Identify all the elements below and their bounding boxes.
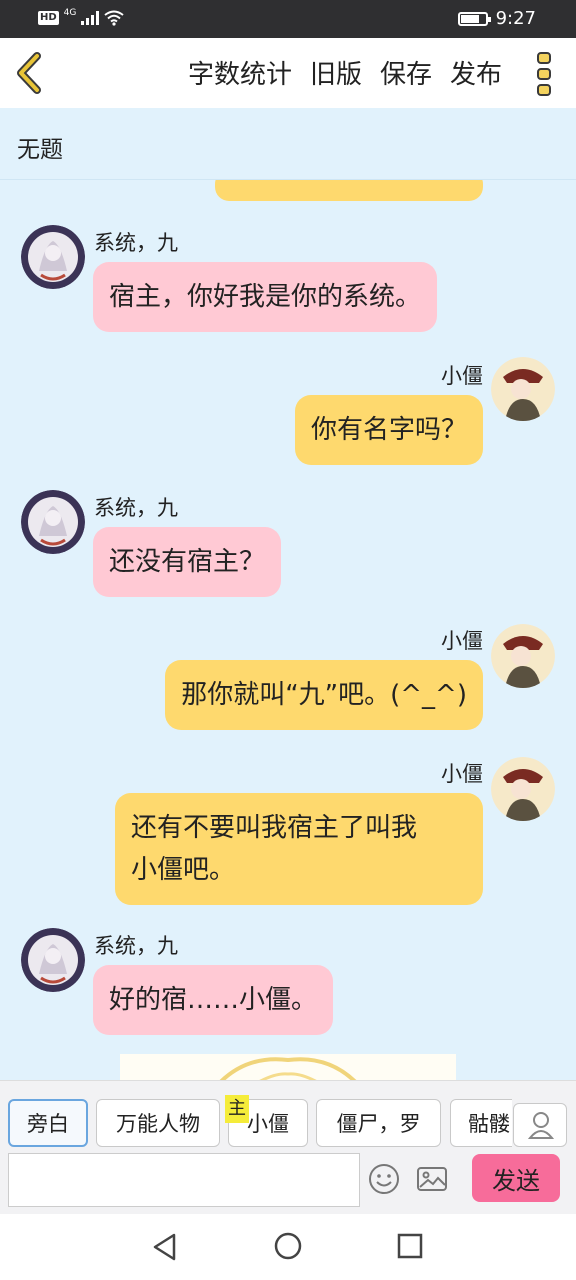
save-button[interactable]: 保存 xyxy=(380,54,432,91)
more-dots-icon xyxy=(537,52,551,96)
avatar-xiaojiang-image xyxy=(491,357,555,421)
message-bubble[interactable]: 还有不要叫我宿主了叫我 小僵吧。 xyxy=(115,793,483,905)
message-bubble[interactable]: 宿主，你好我是你的系统。 xyxy=(93,262,438,332)
toolbar-menu: 字数统计 旧版 保存 发布 xyxy=(188,54,502,91)
nav-home-button[interactable] xyxy=(273,1231,303,1261)
chat-area[interactable]: 系统，九 宿主，你好我是你的系统。 小僵 你有名字吗？ 系统，九 还没有宿主？ xyxy=(0,180,576,1080)
message-bubble[interactable]: 好的宿……小僵。 xyxy=(93,965,334,1035)
send-button[interactable]: 发送 xyxy=(472,1154,560,1202)
avatar-xiaojiang[interactable] xyxy=(491,357,555,421)
story-title: 无题 xyxy=(17,137,63,163)
sender-name: 小僵 xyxy=(441,762,483,786)
status-bar: HD 4G 9:27 xyxy=(0,0,576,38)
avatar-system-image xyxy=(21,225,85,289)
image-icon xyxy=(417,1167,447,1191)
avatar-system-image xyxy=(21,490,85,554)
message-input[interactable] xyxy=(8,1153,360,1207)
top-toolbar: 字数统计 旧版 保存 发布 xyxy=(0,38,576,108)
more-button[interactable] xyxy=(534,50,554,98)
avatar-xiaojiang-image xyxy=(491,757,555,821)
image-button[interactable] xyxy=(416,1163,448,1195)
avatar-xiaojiang[interactable] xyxy=(491,757,555,821)
sender-name: 小僵 xyxy=(441,629,483,653)
avatar-xiaojiang[interactable] xyxy=(491,624,555,688)
avatar-xiaojiang-image xyxy=(491,624,555,688)
sender-name: 系统，九 xyxy=(94,496,178,520)
sender-name: 系统，九 xyxy=(94,934,178,958)
message-line: 还有不要叫我宿主了叫我 xyxy=(131,813,418,843)
message-bubble[interactable]: 那你就叫“九”吧。(^_^) xyxy=(165,660,483,730)
role-selector: 旁白 万能人物 小僵 僵尸，罗 骷髅 xyxy=(8,1099,512,1149)
role-chip-universal[interactable]: 万能人物 xyxy=(96,1099,220,1147)
network-type: 4G xyxy=(63,8,77,18)
composer-panel: 旁白 万能人物 小僵 僵尸，罗 骷髅 主 发送 xyxy=(0,1080,576,1214)
wifi-icon xyxy=(104,10,124,26)
ornament-image xyxy=(219,1057,357,1080)
message-image[interactable] xyxy=(120,1054,456,1080)
status-time: 9:27 xyxy=(495,8,536,29)
avatar-system[interactable] xyxy=(21,490,85,554)
old-version-button[interactable]: 旧版 xyxy=(310,54,362,91)
status-right: 9:27 xyxy=(457,8,536,29)
system-nav-bar xyxy=(0,1214,576,1280)
user-icon xyxy=(527,1112,555,1139)
nav-recent-button[interactable] xyxy=(396,1232,424,1260)
hd-badge: HD xyxy=(38,11,59,25)
back-button[interactable] xyxy=(10,50,54,96)
message-bubble[interactable]: 你有名字吗？ xyxy=(294,395,483,465)
back-chevron-icon xyxy=(17,52,41,94)
story-title-bar[interactable]: 无题 xyxy=(0,108,576,180)
nav-home-icon xyxy=(274,1232,302,1260)
nav-back-button[interactable] xyxy=(150,1232,180,1262)
emoji-icon xyxy=(369,1164,399,1194)
battery-icon xyxy=(457,11,491,26)
publish-button[interactable]: 发布 xyxy=(450,54,502,91)
nav-recent-icon xyxy=(397,1233,423,1259)
role-chip-zombie-luo[interactable]: 僵尸，罗 xyxy=(316,1099,441,1147)
role-chip-narrator[interactable]: 旁白 xyxy=(8,1099,88,1147)
sender-name: 小僵 xyxy=(441,364,483,388)
emoji-button[interactable] xyxy=(368,1163,400,1195)
word-count-button[interactable]: 字数统计 xyxy=(188,54,292,91)
avatar-system[interactable] xyxy=(21,928,85,992)
avatar-system[interactable] xyxy=(21,225,85,289)
nav-back-icon xyxy=(153,1233,176,1261)
message-line: 小僵吧。 xyxy=(131,855,236,885)
avatar-system-image xyxy=(21,928,85,992)
status-left: HD 4G xyxy=(38,8,124,26)
main-role-tag: 主 xyxy=(225,1095,249,1123)
message-bubble[interactable]: 还没有宿主？ xyxy=(93,527,282,597)
signal-icon xyxy=(81,11,100,25)
sender-name: 系统，九 xyxy=(94,231,178,255)
partial-message-bubble xyxy=(215,180,483,201)
add-role-button[interactable] xyxy=(513,1103,567,1147)
role-chip-skeleton[interactable]: 骷髅 xyxy=(450,1099,512,1147)
